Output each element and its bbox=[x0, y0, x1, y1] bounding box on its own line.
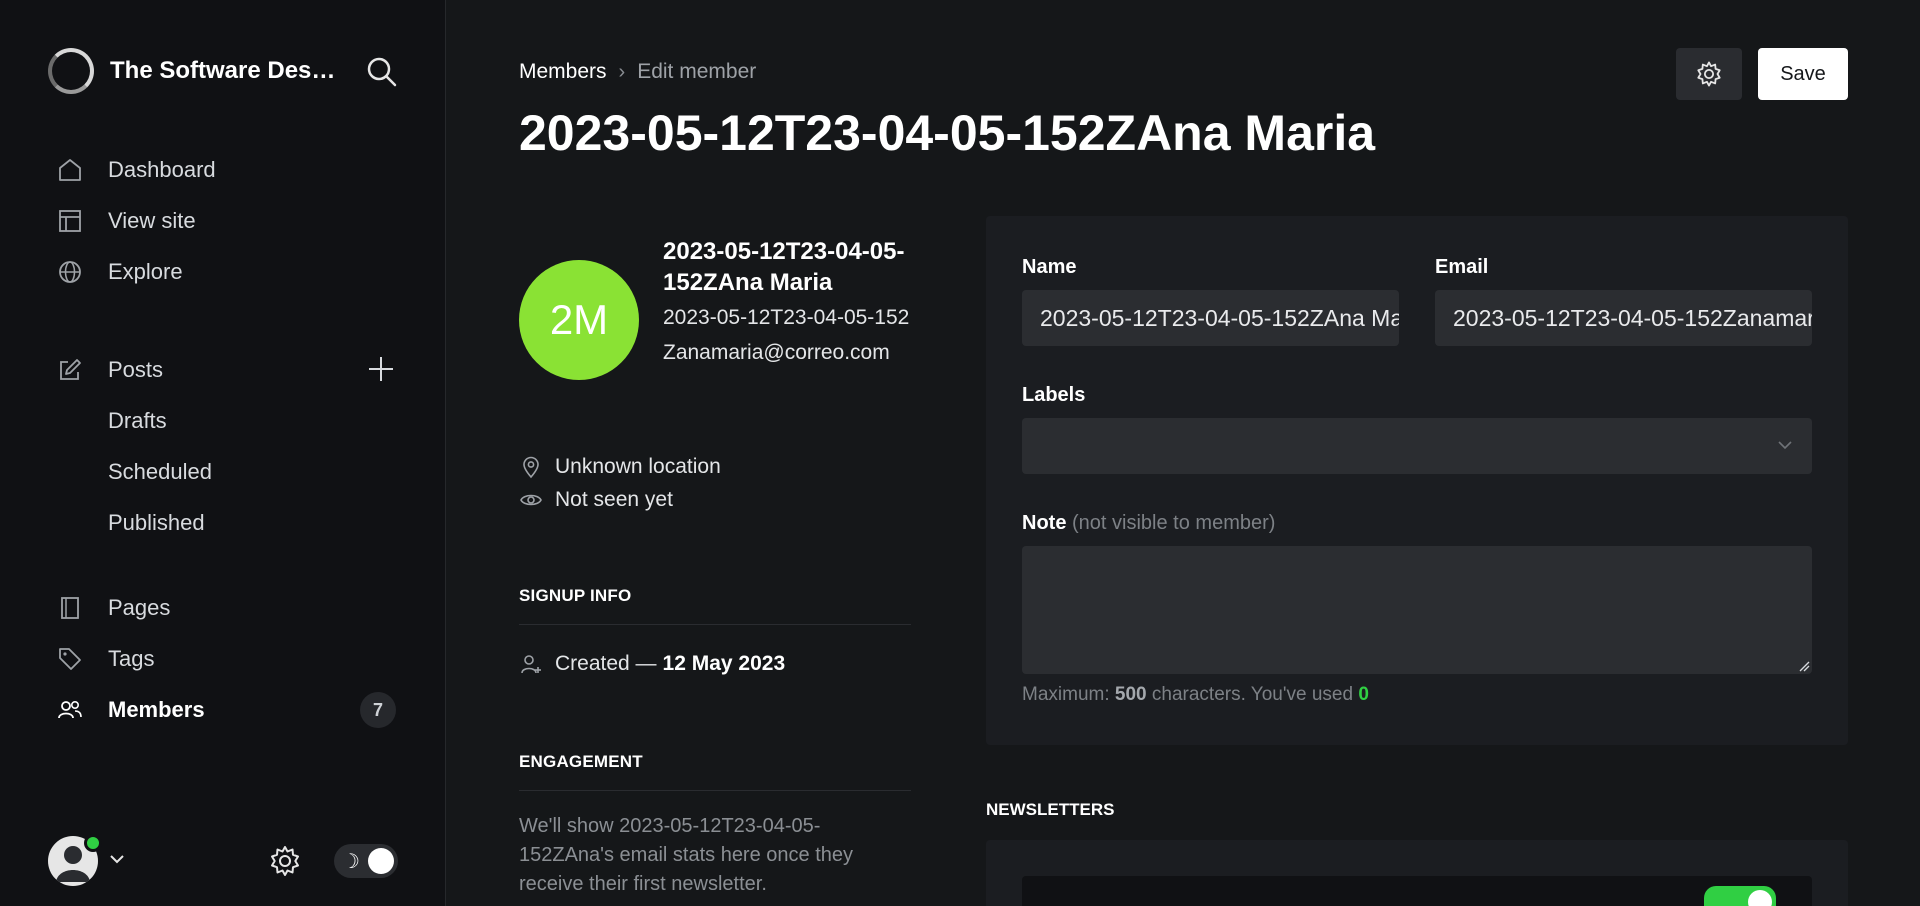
email-field[interactable]: 2023-05-12T23-04-05-152Zanamaria@correo.… bbox=[1435, 290, 1812, 346]
content-nav: Posts Drafts Scheduled Published bbox=[56, 344, 416, 548]
members-count-badge: 7 bbox=[360, 692, 396, 728]
chevron-down-icon[interactable] bbox=[108, 850, 126, 868]
member-email: 2023-05-12T23-04-05-152Zanamaria@correo.… bbox=[663, 306, 910, 364]
engagement-heading: ENGAGEMENT bbox=[519, 752, 911, 791]
gear-icon bbox=[1695, 60, 1723, 88]
location-text: Unknown location bbox=[555, 455, 721, 478]
member-avatar: 2M bbox=[519, 260, 639, 380]
member-last-seen: Not seen yet bbox=[519, 488, 673, 512]
newsletter-subscription-toggle[interactable] bbox=[1704, 886, 1776, 906]
user-plus-icon bbox=[519, 652, 543, 676]
primary-nav: Dashboard View site Explore bbox=[56, 144, 416, 297]
resize-handle-icon[interactable] bbox=[1798, 660, 1810, 672]
toggle-knob bbox=[1748, 890, 1772, 906]
chevron-down-icon bbox=[1776, 436, 1794, 454]
created-date-line: Created — 12 May 2023 bbox=[519, 652, 785, 676]
labels-select[interactable] bbox=[1022, 418, 1812, 474]
layout-icon bbox=[56, 207, 84, 235]
nav-label-drafts: Drafts bbox=[108, 407, 167, 433]
created-date: 12 May 2023 bbox=[662, 652, 786, 675]
nav-item-posts[interactable]: Posts bbox=[56, 344, 416, 395]
nav-item-drafts[interactable]: Drafts bbox=[56, 395, 416, 446]
nav-label-members: Members bbox=[108, 696, 205, 722]
labels-label: Labels bbox=[1022, 384, 1086, 406]
site-nav: Pages Tags Members 7 bbox=[56, 582, 416, 735]
signup-info-heading: SIGNUP INFO bbox=[519, 586, 911, 625]
pencil-square-icon bbox=[56, 356, 84, 384]
nav-item-published[interactable]: Published bbox=[56, 497, 416, 548]
nav-label-dashboard: Dashboard bbox=[108, 156, 216, 182]
nav-item-explore[interactable]: Explore bbox=[56, 246, 416, 297]
new-post-plus-icon[interactable] bbox=[366, 354, 396, 384]
globe-icon bbox=[56, 258, 84, 286]
nav-label-posts: Posts bbox=[108, 356, 164, 382]
nav-label-explore: Explore bbox=[108, 258, 183, 284]
nav-item-view-site[interactable]: View site bbox=[56, 195, 416, 246]
member-name: 2023-05-12T23-04-05-152ZAna Maria bbox=[663, 238, 905, 296]
save-button[interactable]: Save bbox=[1758, 48, 1848, 100]
engagement-text: We'll show 2023-05-12T23-04-05-152ZAna's… bbox=[519, 815, 854, 895]
newsletters-heading: NEWSLETTERS bbox=[986, 800, 1115, 819]
breadcrumb-members-link[interactable]: Members bbox=[519, 60, 607, 84]
nav-item-members[interactable]: Members 7 bbox=[56, 684, 416, 735]
member-form-card: Name 2023-05-12T23-04-05-152ZAna Maria E… bbox=[986, 216, 1848, 745]
search-icon[interactable] bbox=[366, 56, 398, 88]
nav-item-pages[interactable]: Pages bbox=[56, 582, 416, 633]
dark-mode-toggle[interactable]: ☽ bbox=[334, 844, 398, 878]
nav-item-tags[interactable]: Tags bbox=[56, 633, 416, 684]
site-logo bbox=[48, 48, 94, 94]
site-title: The Software Design bbox=[110, 57, 336, 84]
nav-label-view-site: View site bbox=[108, 207, 196, 233]
nav-item-dashboard[interactable]: Dashboard bbox=[56, 144, 416, 195]
last-seen-text: Not seen yet bbox=[555, 488, 673, 511]
name-field[interactable]: 2023-05-12T23-04-05-152ZAna Maria bbox=[1022, 290, 1399, 346]
members-icon bbox=[56, 696, 84, 724]
email-label: Email bbox=[1435, 256, 1489, 278]
note-label: Note (not visible to member) bbox=[1022, 512, 1275, 535]
eye-icon bbox=[519, 488, 543, 512]
site-brand[interactable]: The Software Design bbox=[48, 48, 336, 94]
name-label: Name bbox=[1022, 256, 1077, 278]
note-character-counter: Maximum: 500 characters. You've used 0 bbox=[1022, 684, 1369, 706]
nav-label-published: Published bbox=[108, 509, 205, 535]
pages-icon bbox=[56, 594, 84, 622]
moon-icon: ☽ bbox=[342, 849, 360, 873]
toggle-knob bbox=[368, 848, 394, 874]
breadcrumb-current: Edit member bbox=[637, 60, 757, 83]
settings-gear-icon[interactable] bbox=[268, 844, 302, 878]
tag-icon bbox=[56, 645, 84, 673]
sidebar: The Software Design Dashboard View site … bbox=[0, 0, 446, 906]
breadcrumb: Members › Edit member bbox=[519, 60, 756, 84]
note-label-text: Note bbox=[1022, 512, 1067, 534]
nav-label-scheduled: Scheduled bbox=[108, 458, 212, 484]
note-hint: (not visible to member) bbox=[1072, 512, 1276, 534]
online-status-dot bbox=[84, 834, 102, 852]
nav-item-scheduled[interactable]: Scheduled bbox=[56, 446, 416, 497]
page-title: 2023-05-12T23-04-05-152ZAna Maria bbox=[519, 105, 1376, 161]
member-location: Unknown location bbox=[519, 455, 721, 479]
counter-prefix: Maximum: bbox=[1022, 684, 1110, 705]
sidebar-footer: ☽ bbox=[48, 834, 408, 886]
counter-middle: characters. You've used bbox=[1151, 684, 1354, 705]
location-pin-icon bbox=[519, 455, 543, 479]
note-textarea[interactable] bbox=[1022, 546, 1812, 674]
counter-max: 500 bbox=[1114, 684, 1147, 705]
created-prefix: Created — bbox=[555, 652, 657, 675]
home-icon bbox=[56, 156, 84, 184]
newsletter-row bbox=[1022, 876, 1812, 906]
breadcrumb-separator-icon: › bbox=[618, 60, 626, 83]
newsletters-card bbox=[986, 840, 1848, 906]
nav-label-pages: Pages bbox=[108, 594, 171, 620]
member-settings-button[interactable] bbox=[1676, 48, 1742, 100]
counter-used: 0 bbox=[1358, 684, 1369, 705]
nav-label-tags: Tags bbox=[108, 645, 155, 671]
